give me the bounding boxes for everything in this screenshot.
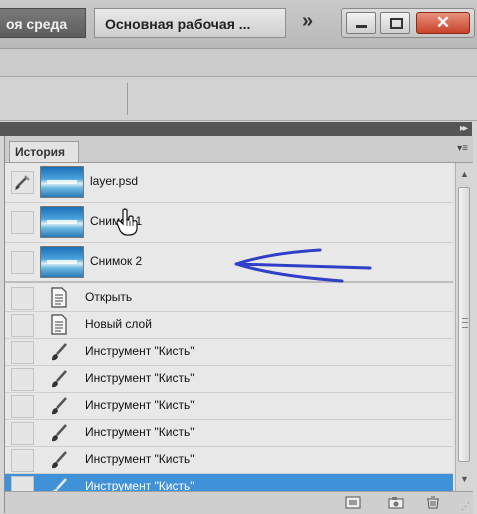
window-controls: ✕ bbox=[341, 8, 475, 38]
hand-cursor-icon bbox=[116, 208, 138, 236]
history-source-checkbox[interactable] bbox=[11, 395, 34, 418]
snapshot-thumbnail bbox=[40, 246, 84, 278]
history-state-row[interactable]: Инструмент "Кисть" bbox=[5, 393, 453, 420]
history-source-checkbox[interactable] bbox=[11, 368, 34, 391]
history-source-checkbox[interactable] bbox=[11, 287, 34, 310]
history-source-checkbox[interactable] bbox=[11, 449, 34, 472]
document-icon bbox=[51, 287, 67, 308]
resize-grip-icon[interactable]: ⋰ bbox=[461, 501, 470, 512]
brush-icon bbox=[52, 451, 67, 469]
options-bar bbox=[0, 77, 477, 121]
more-workspaces-button[interactable]: » bbox=[302, 10, 313, 33]
snapshot-row[interactable]: layer.psd bbox=[5, 163, 453, 203]
brush-icon bbox=[52, 424, 67, 442]
scroll-thumb[interactable] bbox=[458, 187, 470, 462]
history-panel-footer: ⋰ bbox=[5, 491, 473, 514]
history-list: layer.psd Снимок 1 Снимок 2 Открыть Новы… bbox=[5, 163, 453, 493]
close-button[interactable]: ✕ bbox=[416, 12, 470, 34]
trash-icon[interactable] bbox=[425, 496, 441, 509]
options-separator bbox=[127, 83, 128, 115]
brush-icon bbox=[52, 343, 67, 361]
maximize-button[interactable] bbox=[380, 12, 410, 34]
snapshot-thumbnail bbox=[40, 166, 84, 198]
history-source-checkbox[interactable] bbox=[11, 171, 34, 194]
history-state-row[interactable]: Инструмент "Кисть" bbox=[5, 339, 453, 366]
panel-tab-row: История ▾≡ bbox=[5, 136, 473, 163]
snapshot-row[interactable]: Снимок 2 bbox=[5, 243, 453, 283]
new-document-from-state-icon[interactable] bbox=[345, 496, 361, 509]
snapshot-row[interactable]: Снимок 1 bbox=[5, 203, 453, 243]
minimize-button[interactable] bbox=[346, 12, 376, 34]
history-state-label: Инструмент "Кисть" bbox=[85, 425, 195, 439]
menu-strip bbox=[0, 49, 477, 77]
document-icon bbox=[51, 314, 67, 335]
scroll-down-icon[interactable]: ▼ bbox=[456, 470, 473, 488]
workspace-bar: оя среда Основная рабочая ... » ✕ bbox=[0, 0, 477, 49]
history-state-label: Инструмент "Кисть" bbox=[85, 344, 195, 358]
history-state-label: Открыть bbox=[85, 290, 133, 304]
brush-icon bbox=[52, 370, 67, 388]
history-panel: История ▾≡ layer.psd Снимок 1 Снимок 2 О… bbox=[4, 136, 473, 514]
history-state-label: Инструмент "Кисть" bbox=[85, 452, 195, 466]
brush-icon bbox=[52, 397, 67, 415]
panel-menu-icon[interactable]: ▾≡ bbox=[457, 143, 468, 154]
history-state-row[interactable]: Инструмент "Кисть" bbox=[5, 366, 453, 393]
snapshot-label: layer.psd bbox=[90, 174, 139, 188]
history-source-checkbox[interactable] bbox=[11, 422, 34, 445]
history-source-checkbox[interactable] bbox=[11, 251, 34, 274]
snapshot-thumbnail bbox=[40, 206, 84, 238]
workspace-tab-essentials[interactable]: оя среда bbox=[0, 8, 86, 38]
snapshot-label: Снимок 2 bbox=[90, 254, 143, 268]
history-state-row[interactable]: Открыть bbox=[5, 285, 453, 312]
scroll-up-icon[interactable]: ▲ bbox=[456, 165, 473, 183]
history-scrollbar[interactable]: ▲ ▼ bbox=[455, 163, 473, 493]
history-state-label: Новый слой bbox=[85, 317, 152, 331]
history-state-label: Инструмент "Кисть" bbox=[85, 371, 195, 385]
history-source-checkbox[interactable] bbox=[11, 341, 34, 364]
tab-history[interactable]: История bbox=[9, 141, 79, 162]
history-state-row[interactable]: Новый слой bbox=[5, 312, 453, 339]
collapse-panels-icon[interactable]: ▸▸ bbox=[460, 122, 468, 136]
history-state-row[interactable]: Инструмент "Кисть" bbox=[5, 447, 453, 474]
create-snapshot-icon[interactable] bbox=[388, 496, 404, 509]
history-source-checkbox[interactable] bbox=[11, 314, 34, 337]
panel-dock-header: ▸▸ bbox=[0, 122, 472, 136]
history-state-label: Инструмент "Кисть" bbox=[85, 398, 195, 412]
history-source-checkbox[interactable] bbox=[11, 211, 34, 234]
workspace-tab-main[interactable]: Основная рабочая ... bbox=[94, 8, 286, 38]
history-state-row[interactable]: Инструмент "Кисть" bbox=[5, 420, 453, 447]
history-brush-source-icon bbox=[15, 175, 30, 190]
